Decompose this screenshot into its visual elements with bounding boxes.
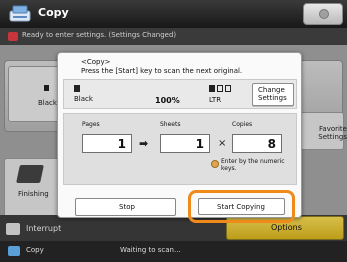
footer-bar: Copy Waiting to scan... [0,241,347,262]
multiply-icon: × [218,138,227,149]
dialog-function-label: <Copy> [81,58,111,66]
current-settings-panel: Black 100% LTR Change Settings [63,79,297,109]
start-copying-label: Start Copying [217,203,265,211]
right-arrow-icon: ➡ [139,137,149,150]
zoom-value: 100% [155,96,180,105]
copies-label: Copies [232,121,253,128]
sheets-label: Sheets [160,121,181,128]
sheets-value: 1 [160,134,210,153]
footer-status: Waiting to scan... [120,246,181,254]
footer-label: Copy [26,246,44,254]
copy-app-icon [9,5,31,22]
pages-value: 1 [82,134,132,153]
scan-next-original-dialog: <Copy> Press the [Start] key to scan the… [57,52,302,223]
status-message: Ready to enter settings. (Settings Chang… [22,31,177,39]
stop-button[interactable]: Stop [75,198,176,216]
start-copying-button[interactable]: Start Copying [198,198,285,215]
status-line: Ready to enter settings. (Settings Chang… [0,28,347,45]
app-title: Copy [38,6,69,19]
black-mode-icon [74,85,80,92]
paper-size-icon [209,85,231,93]
circle-icon [319,9,329,19]
pages-label: Pages [82,121,100,128]
numeric-keys-icon [211,160,219,168]
numeric-keys-hint: Enter by the numeric keys. [221,158,285,172]
change-settings-button[interactable]: Change Settings [252,83,294,106]
quantity-panel: Pages 1 ➡ Sheets 1 × Copies 8 Enter by t… [63,113,297,185]
change-settings-label: Change Settings [258,86,287,102]
paper-size-value: LTR [209,96,222,104]
stop-label: Stop [119,203,135,211]
copies-value[interactable]: 8 [232,134,282,153]
top-right-button[interactable] [303,3,343,25]
dialog-message: Press the [Start] key to scan the next o… [81,67,243,75]
warning-icon [8,32,18,41]
color-mode-value: Black [74,95,93,103]
start-copying-highlight: Start Copying [188,190,295,223]
top-bar: Copy [0,0,347,28]
copy-status-icon [8,246,20,256]
copy-screen: Copy Ready to enter settings. (Settings … [0,0,347,262]
